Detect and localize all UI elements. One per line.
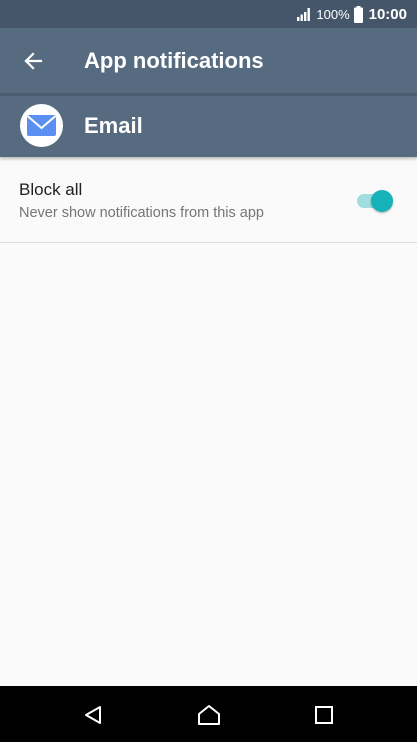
battery-percentage: 100% bbox=[316, 6, 350, 22]
nav-recents-button[interactable] bbox=[309, 700, 339, 730]
back-button[interactable] bbox=[12, 40, 54, 82]
setting-title: Block all bbox=[19, 180, 83, 199]
back-triangle-icon bbox=[85, 706, 101, 724]
app-name: Email bbox=[84, 113, 143, 138]
recents-icon bbox=[315, 706, 333, 724]
block-all-toggle[interactable] bbox=[355, 189, 395, 213]
screen: 100% 10:00 App notifications Email Block… bbox=[0, 0, 417, 742]
app-header: Email bbox=[0, 93, 417, 157]
navigation-bar bbox=[0, 686, 417, 742]
signal-icon bbox=[297, 8, 311, 21]
page-title: App notifications bbox=[84, 48, 264, 73]
status-indicators: 100% 10:00 bbox=[296, 0, 407, 28]
clock: 10:00 bbox=[368, 5, 407, 23]
email-envelope-icon bbox=[20, 104, 63, 147]
status-bar: 100% 10:00 bbox=[0, 0, 417, 28]
battery-icon bbox=[353, 5, 363, 23]
toggle-thumb bbox=[371, 190, 393, 212]
toolbar: App notifications bbox=[0, 28, 417, 93]
setting-summary: Never show notifications from this app bbox=[19, 205, 264, 221]
header-divider bbox=[0, 93, 417, 96]
nav-back-button[interactable] bbox=[78, 700, 108, 730]
nav-home-button[interactable] bbox=[194, 700, 224, 730]
arrow-left-icon bbox=[24, 52, 43, 70]
home-icon bbox=[198, 705, 220, 725]
block-all-setting[interactable]: Block all Never show notifications from … bbox=[0, 157, 417, 243]
